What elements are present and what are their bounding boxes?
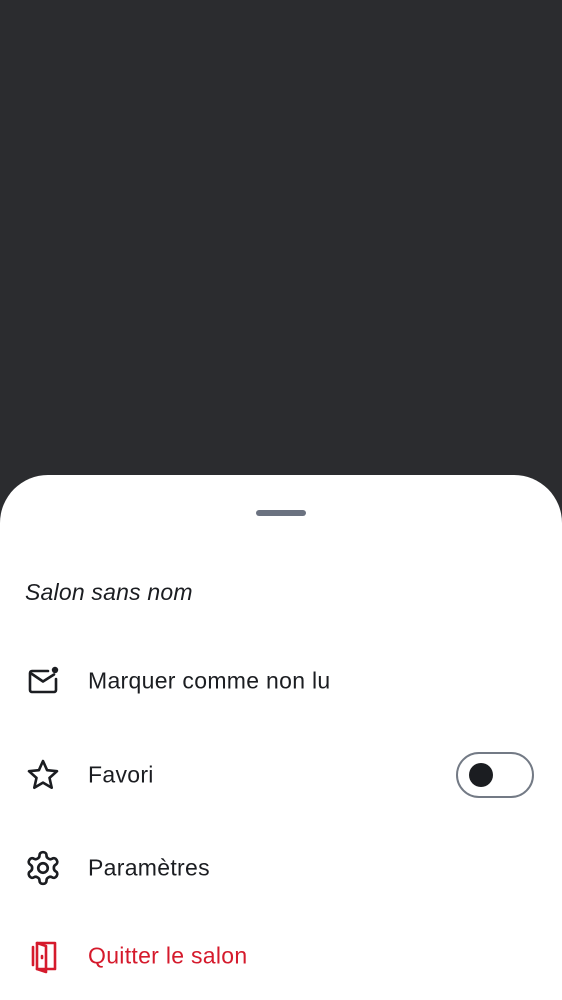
star-icon: [24, 756, 62, 794]
leave-door-icon: [24, 937, 62, 975]
settings-item[interactable]: Paramètres: [0, 828, 562, 908]
favourite-label: Favori: [88, 761, 154, 788]
favourite-item[interactable]: Favori: [0, 735, 562, 815]
mark-unread-label: Marquer comme non lu: [88, 667, 331, 694]
settings-label: Paramètres: [88, 854, 210, 881]
room-name-title: Salon sans nom: [25, 579, 193, 605]
room-options-bottom-sheet: Salon sans nom Marquer comme non lu Favo…: [0, 475, 562, 1000]
leave-room-label: Quitter le salon: [88, 942, 248, 969]
leave-room-item[interactable]: Quitter le salon: [0, 916, 562, 996]
toggle-knob: [469, 763, 493, 787]
drag-handle[interactable]: [256, 510, 306, 516]
mark-unread-icon: [24, 662, 62, 700]
mark-unread-item[interactable]: Marquer comme non lu: [0, 641, 562, 721]
settings-gear-icon: [24, 849, 62, 887]
favourite-toggle[interactable]: [456, 752, 534, 798]
